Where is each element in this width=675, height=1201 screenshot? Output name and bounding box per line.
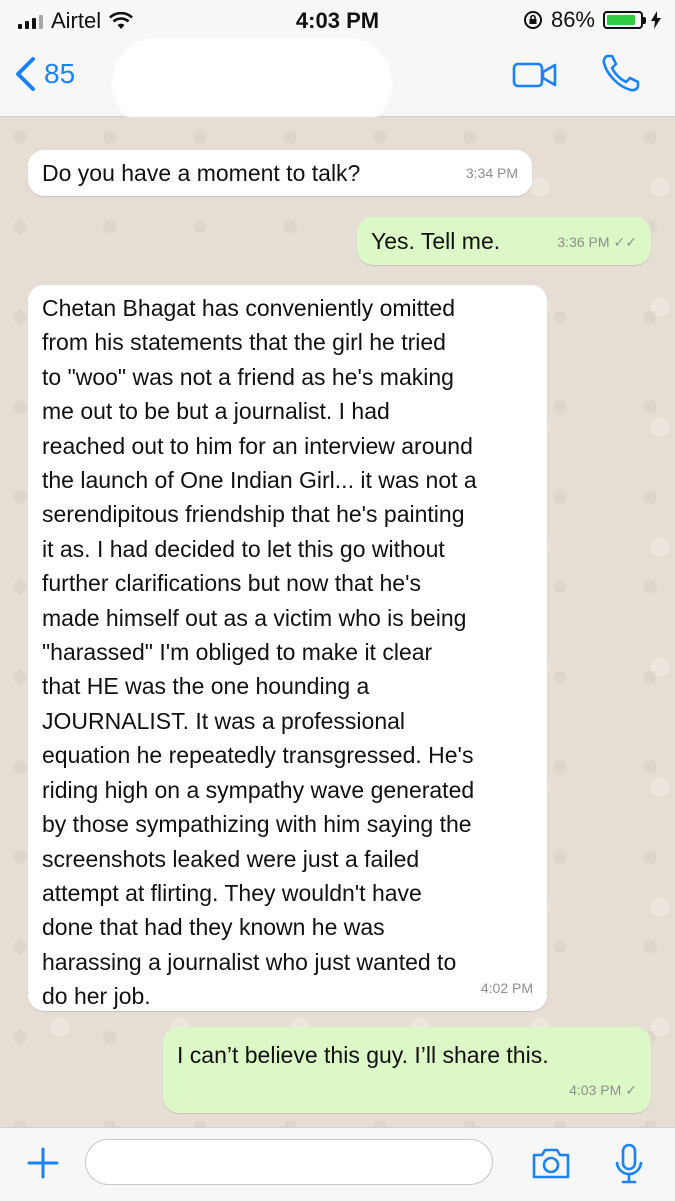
message-line: Chetan Bhagat has conveniently omitted <box>42 295 455 321</box>
status-bar: Airtel 4:03 PM 86% <box>0 0 675 38</box>
chevron-left-icon <box>16 57 35 91</box>
status-right: 86% <box>523 7 661 33</box>
microphone-icon[interactable] <box>614 1142 644 1186</box>
message-outgoing[interactable]: I can’t believe this guy. I’ll share thi… <box>163 1027 651 1113</box>
message-line: serendipitous friendship that he's paint… <box>42 501 465 528</box>
time-label: 3:36 PM <box>557 233 610 250</box>
message-body: Chetan Bhagat has conveniently omitted fr… <box>42 291 533 1014</box>
chat-header: 85 <box>0 38 675 128</box>
battery-level-fill <box>607 15 635 25</box>
rotation-lock-icon <box>523 11 542 29</box>
message-line: reached out to him for an interview arou… <box>42 432 473 459</box>
message-line: equation he repeatedly transgressed. He'… <box>42 742 474 769</box>
phone-icon[interactable] <box>600 52 642 94</box>
message-text: Do you have a moment to talk? <box>42 160 361 186</box>
redacted-contact-name <box>112 38 392 128</box>
charging-icon <box>651 11 661 29</box>
double-check-icon: ✓✓ <box>613 233 637 250</box>
plus-icon[interactable] <box>26 1146 60 1180</box>
message-line: it as. I had decided to let this go with… <box>42 535 445 562</box>
message-line: riding high on a sympathy wave generated <box>42 776 475 803</box>
battery-icon <box>603 11 646 29</box>
message-incoming[interactable]: Do you have a moment to talk? 3:34 PM <box>28 150 532 196</box>
message-time: 4:03 PM ✓ <box>569 1073 637 1107</box>
message-line: from his statements that the girl he tri… <box>42 329 446 356</box>
message-line: done that had they known he was <box>42 914 385 941</box>
message-line: further clarifications but now that he's <box>42 570 421 597</box>
message-incoming-long[interactable]: Chetan Bhagat has conveniently omitted fr… <box>28 285 547 1011</box>
input-bar <box>0 1127 675 1201</box>
message-line: JOURNALIST. It was a professional <box>42 707 406 734</box>
time-label: 4:03 PM <box>569 1081 622 1098</box>
message-time: 3:34 PM <box>466 156 518 190</box>
message-input[interactable] <box>85 1139 493 1185</box>
time-label: 4:02 PM <box>480 979 533 996</box>
message-line: me out to be but a journalist. I had <box>42 398 390 425</box>
battery-percent: 86% <box>550 7 595 32</box>
message-line: made himself out as a victim who is bein… <box>42 604 467 631</box>
message-time: 3:36 PM ✓✓ <box>557 225 637 259</box>
back-count: 85 <box>44 58 76 89</box>
message-outgoing[interactable]: Yes. Tell me. 3:36 PM ✓✓ <box>357 217 651 265</box>
back-button[interactable]: 85 <box>14 56 75 92</box>
message-line: harassing a journalist who just wanted t… <box>42 948 457 975</box>
message-text: I can’t believe this guy. I’ll share thi… <box>177 1042 549 1068</box>
message-line: that HE was the one hounding a <box>42 673 370 700</box>
message-time: 4:02 PM <box>481 971 533 1005</box>
message-line: attempt at flirting. They wouldn't have <box>42 879 422 906</box>
camera-icon[interactable] <box>530 1146 572 1180</box>
chat-area[interactable]: Do you have a moment to talk? 3:34 PM Ye… <box>0 117 675 1127</box>
video-call-icon[interactable] <box>512 60 558 90</box>
message-line: to "woo" was not a friend as he's making <box>42 363 454 390</box>
message-line: do her job. <box>42 983 151 1010</box>
message-line: the launch of One Indian Girl... it was … <box>42 467 477 494</box>
message-line: screenshots leaked were just a failed <box>42 845 420 872</box>
time-label: 3:34 PM <box>465 164 518 181</box>
message-line: by those sympathizing with him saying th… <box>42 811 472 838</box>
message-text: Yes. Tell me. <box>371 228 501 254</box>
message-line: "harassed" I'm obliged to make it clear <box>42 639 433 666</box>
check-icon: ✓ <box>625 1081 637 1098</box>
